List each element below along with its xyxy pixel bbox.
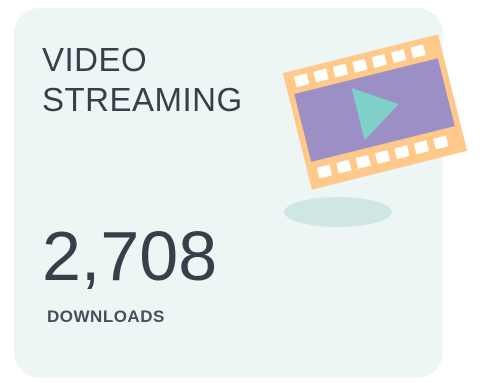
film-strip (282, 34, 468, 190)
card-title-line-2: STREAMING (42, 81, 243, 118)
card-title: VIDEO STREAMING (42, 40, 243, 120)
film-strip-play-icon (282, 34, 468, 227)
download-count: 2,708 (42, 217, 218, 295)
card-title-line-1: VIDEO (42, 41, 148, 78)
illustration-shadow (284, 197, 392, 227)
download-label: DOWNLOADS (47, 307, 165, 326)
